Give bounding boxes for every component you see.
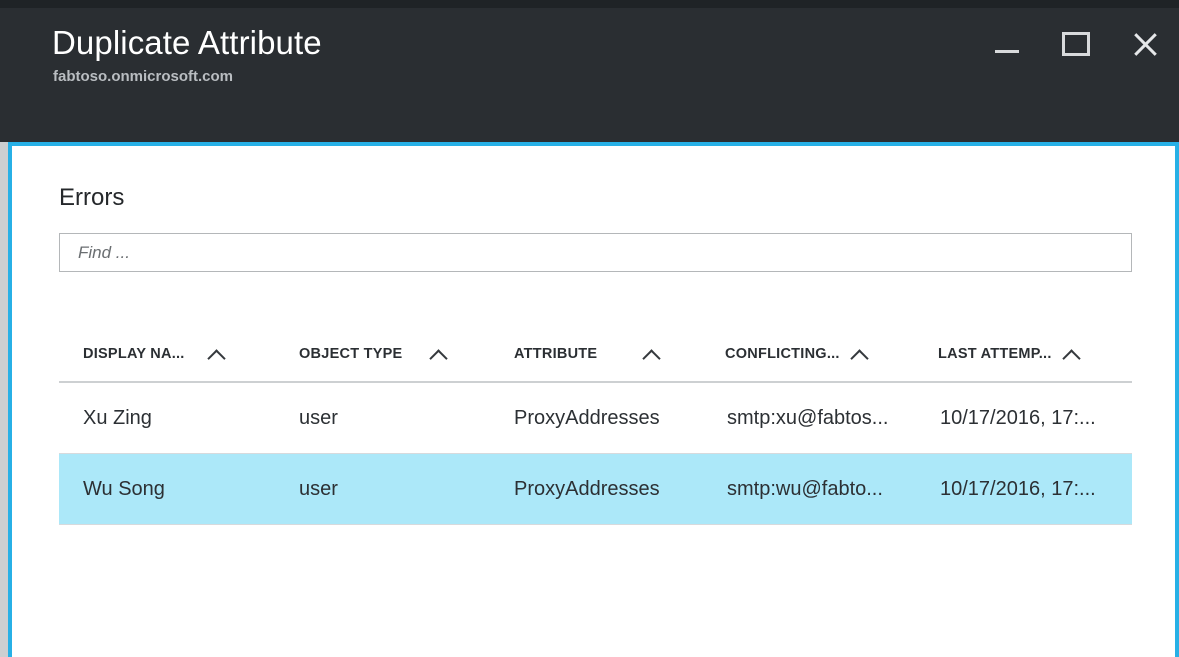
- page-title: Duplicate Attribute: [52, 24, 322, 61]
- duplicate-attribute-window: Duplicate Attribute fabtoso.onmicrosoft.…: [0, 0, 1179, 657]
- column-header-display-name[interactable]: DISPLAY NA...: [83, 346, 225, 362]
- window-top-strip: [0, 0, 1179, 8]
- cell-last-attempt: 10/17/2016, 17:...: [940, 407, 1096, 429]
- close-button[interactable]: [1121, 20, 1169, 68]
- column-header-label: DISPLAY NA...: [83, 346, 185, 362]
- cell-conflicting-value: smtp:wu@fabto...: [727, 478, 883, 500]
- column-header-attribute[interactable]: ATTRIBUTE: [514, 346, 660, 362]
- search-input[interactable]: [59, 233, 1132, 272]
- table-header-row: DISPLAY NA... OBJECT TYPE ATTRIBUTE CONF…: [59, 326, 1132, 383]
- column-header-conflicting-value[interactable]: CONFLICTING...: [725, 346, 868, 362]
- minimize-icon: [995, 49, 1019, 53]
- column-header-label: ATTRIBUTE: [514, 346, 598, 362]
- maximize-button[interactable]: [1052, 20, 1100, 68]
- maximize-icon: [1062, 32, 1090, 56]
- cell-object-type: user: [299, 407, 338, 429]
- column-header-label: CONFLICTING...: [725, 346, 840, 362]
- window-titlebar: Duplicate Attribute fabtoso.onmicrosoft.…: [0, 8, 1179, 142]
- content-panel: Errors DISPLAY NA... OBJECT TYPE ATTRIBU…: [8, 142, 1179, 657]
- section-heading-errors: Errors: [59, 184, 125, 211]
- sort-ascending-icon[interactable]: [1062, 349, 1080, 360]
- left-gutter: [0, 142, 8, 657]
- minimize-button[interactable]: [983, 20, 1031, 68]
- column-header-label: LAST ATTEMP...: [938, 346, 1052, 362]
- cell-display-name: Wu Song: [83, 478, 165, 500]
- cell-attribute: ProxyAddresses: [514, 407, 660, 429]
- errors-table: DISPLAY NA... OBJECT TYPE ATTRIBUTE CONF…: [59, 326, 1132, 525]
- sort-ascending-icon[interactable]: [207, 349, 225, 360]
- table-row[interactable]: Xu Zing user ProxyAddresses smtp:xu@fabt…: [59, 383, 1132, 454]
- table-row[interactable]: Wu Song user ProxyAddresses smtp:wu@fabt…: [59, 454, 1132, 525]
- column-header-last-attempt[interactable]: LAST ATTEMP...: [938, 346, 1080, 362]
- column-header-label: OBJECT TYPE: [299, 346, 403, 362]
- sort-ascending-icon[interactable]: [850, 349, 868, 360]
- sort-ascending-icon[interactable]: [429, 349, 447, 360]
- cell-last-attempt: 10/17/2016, 17:...: [940, 478, 1096, 500]
- page-subtitle: fabtoso.onmicrosoft.com: [53, 68, 234, 85]
- cell-display-name: Xu Zing: [83, 407, 152, 429]
- cell-conflicting-value: smtp:xu@fabtos...: [727, 407, 889, 429]
- cell-attribute: ProxyAddresses: [514, 478, 660, 500]
- cell-object-type: user: [299, 478, 338, 500]
- close-icon: [1131, 30, 1159, 58]
- sort-ascending-icon[interactable]: [642, 349, 660, 360]
- column-header-object-type[interactable]: OBJECT TYPE: [299, 346, 447, 362]
